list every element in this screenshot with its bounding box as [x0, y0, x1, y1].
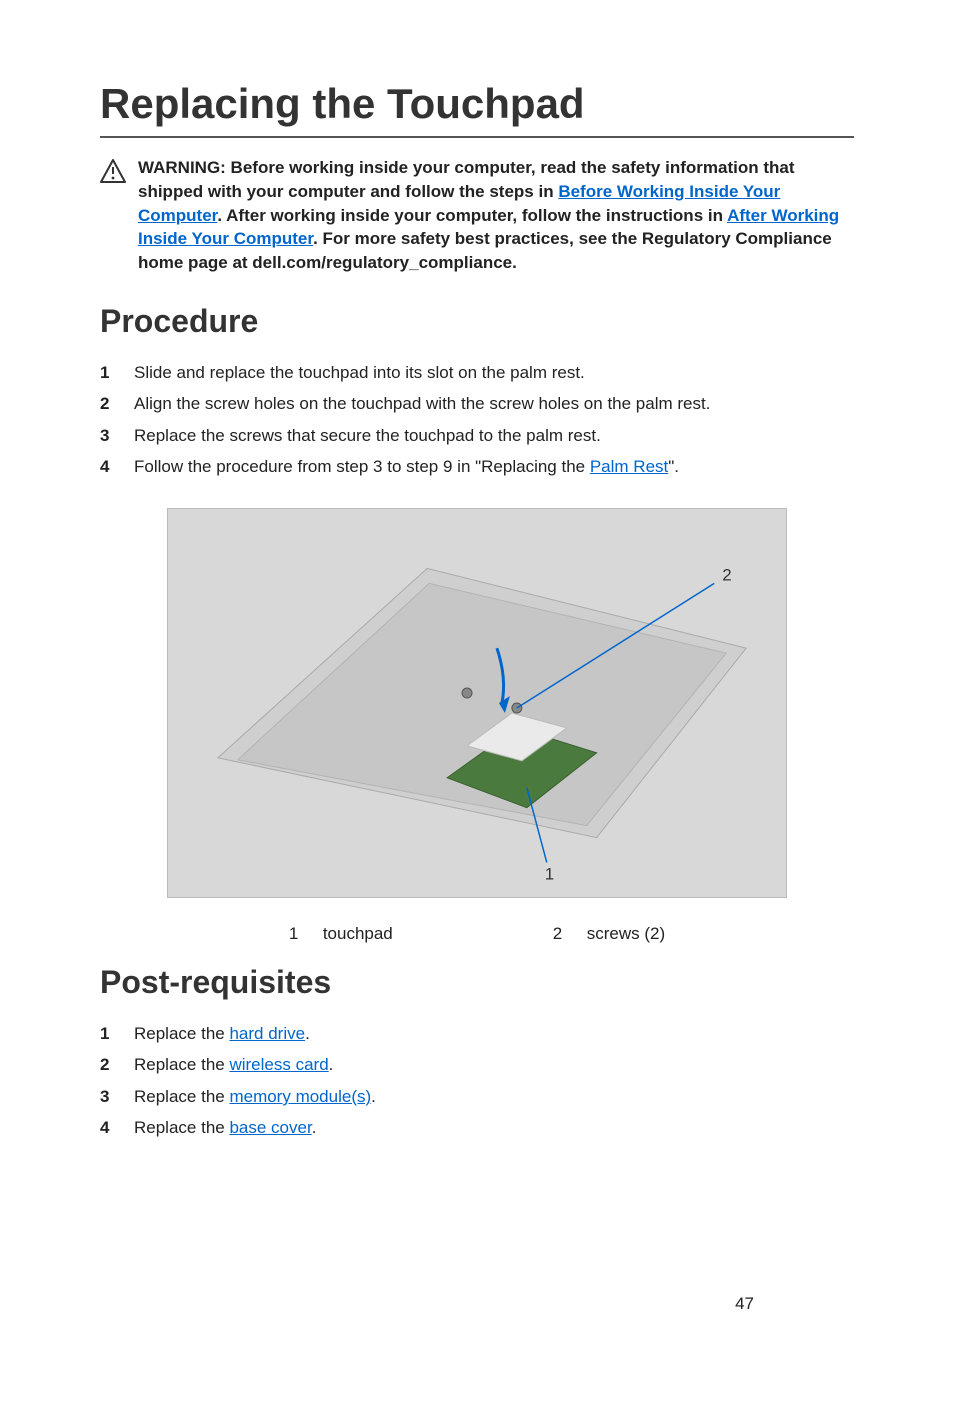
procedure-steps: 1 Slide and replace the touchpad into it…	[100, 360, 854, 480]
step-text: Replace the base cover.	[134, 1115, 854, 1141]
step-number: 3	[100, 1084, 118, 1110]
callout-1-label: 1	[545, 864, 554, 883]
warning-icon	[100, 159, 126, 188]
step-text: Replace the screws that secure the touch…	[134, 423, 854, 449]
step-number: 2	[100, 391, 118, 417]
step-text: Replace the memory module(s).	[134, 1084, 854, 1110]
step-text-before: Follow the procedure from step 3 to step…	[134, 457, 590, 476]
hard-drive-link[interactable]: hard drive	[229, 1024, 305, 1043]
step-text-before: Replace the	[134, 1024, 229, 1043]
page-title: Replacing the Touchpad	[100, 80, 854, 138]
callout-2-label: 2	[722, 565, 731, 584]
memory-modules-link[interactable]: memory module(s)	[229, 1087, 371, 1106]
postreq-step: 3 Replace the memory module(s).	[100, 1084, 854, 1110]
step-text-after: ".	[668, 457, 679, 476]
base-cover-link[interactable]: base cover	[229, 1118, 311, 1137]
legend-item: 1 touchpad	[289, 924, 393, 944]
palm-rest-link[interactable]: Palm Rest	[590, 457, 668, 476]
legend-item: 2 screws (2)	[553, 924, 665, 944]
step-text: Slide and replace the touchpad into its …	[134, 360, 854, 386]
warning-block: WARNING: Before working inside your comp…	[100, 156, 854, 275]
page-number: 47	[735, 1294, 754, 1314]
step-text: Follow the procedure from step 3 to step…	[134, 454, 854, 480]
warning-text: WARNING: Before working inside your comp…	[138, 156, 854, 275]
procedure-step: 4 Follow the procedure from step 3 to st…	[100, 454, 854, 480]
step-text-after: .	[305, 1024, 310, 1043]
figure-image: 1 2	[167, 508, 787, 898]
procedure-step: 2 Align the screw holes on the touchpad …	[100, 391, 854, 417]
step-text-before: Replace the	[134, 1055, 229, 1074]
legend-label: screws (2)	[587, 924, 665, 944]
step-number: 3	[100, 423, 118, 449]
step-number: 1	[100, 1021, 118, 1047]
step-number: 4	[100, 1115, 118, 1141]
step-text: Align the screw holes on the touchpad wi…	[134, 391, 854, 417]
step-text-after: .	[371, 1087, 376, 1106]
step-number: 4	[100, 454, 118, 480]
step-text-before: Replace the	[134, 1087, 229, 1106]
postreq-title: Post-requisites	[100, 964, 854, 1001]
step-number: 2	[100, 1052, 118, 1078]
step-text-after: .	[329, 1055, 334, 1074]
postreq-step: 1 Replace the hard drive.	[100, 1021, 854, 1047]
postreq-step: 2 Replace the wireless card.	[100, 1052, 854, 1078]
wireless-card-link[interactable]: wireless card	[229, 1055, 328, 1074]
procedure-title: Procedure	[100, 303, 854, 340]
step-text-before: Replace the	[134, 1118, 229, 1137]
postreq-step: 4 Replace the base cover.	[100, 1115, 854, 1141]
procedure-step: 3 Replace the screws that secure the tou…	[100, 423, 854, 449]
legend-label: touchpad	[323, 924, 393, 944]
legend-number: 1	[289, 924, 303, 944]
step-text: Replace the hard drive.	[134, 1021, 854, 1047]
warning-middle1: . After working inside your computer, fo…	[217, 206, 727, 225]
postreq-steps: 1 Replace the hard drive. 2 Replace the …	[100, 1021, 854, 1141]
figure-block: 1 2 1 touchpad 2 screws (2)	[100, 508, 854, 944]
procedure-step: 1 Slide and replace the touchpad into it…	[100, 360, 854, 386]
step-number: 1	[100, 360, 118, 386]
legend-number: 2	[553, 924, 567, 944]
step-text-after: .	[312, 1118, 317, 1137]
step-text: Replace the wireless card.	[134, 1052, 854, 1078]
figure-legend: 1 touchpad 2 screws (2)	[100, 924, 854, 944]
